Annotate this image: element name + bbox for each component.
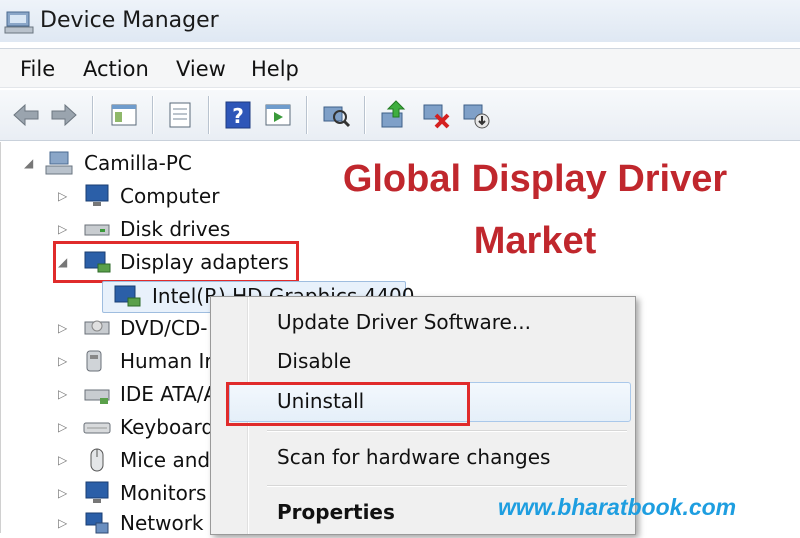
properties-icon[interactable] — [164, 99, 196, 131]
collapse-arrow-icon[interactable]: ◢ — [24, 156, 33, 170]
tree-node-disk-drives[interactable]: ▷ Disk drives — [56, 214, 256, 244]
monitor-icon — [85, 481, 109, 503]
watermark: www.bharatbook.com — [498, 494, 737, 520]
tree-node-monitors[interactable]: ▷ Monitors — [56, 478, 216, 508]
expand-arrow-icon[interactable]: ▷ — [58, 453, 67, 467]
forward-icon[interactable] — [48, 99, 80, 131]
dvd-drive-icon — [84, 320, 110, 335]
toolbar-separator — [92, 96, 93, 134]
expand-arrow-icon[interactable]: ▷ — [58, 222, 67, 236]
keyboard-icon — [83, 422, 111, 434]
tree-node-computer[interactable]: ▷ Computer — [56, 181, 256, 211]
update-driver-icon[interactable] — [378, 99, 410, 131]
menu-view[interactable]: View — [176, 56, 226, 82]
toolbar-separator — [152, 96, 153, 134]
expand-arrow-icon[interactable]: ▷ — [58, 420, 67, 434]
expand-arrow-icon[interactable]: ▷ — [58, 189, 67, 203]
menu-item-scan-hardware[interactable]: Scan for hardware changes — [277, 444, 550, 470]
expand-arrow-icon[interactable]: ▷ — [58, 321, 67, 335]
svg-text:?: ? — [232, 104, 244, 128]
computer-root-icon — [45, 151, 73, 175]
tree-item-label: Network a — [120, 511, 223, 535]
menu-action[interactable]: Action — [83, 56, 149, 82]
uninstall-highlight — [226, 382, 470, 426]
computer-icon — [85, 184, 109, 206]
tree-node-dvd[interactable]: ▷ DVD/CD- — [56, 313, 216, 343]
scan-hardware-icon[interactable] — [320, 99, 352, 131]
headline-line-1: Global Display Driver — [342, 158, 728, 200]
tree-item-label: Keyboard — [120, 415, 215, 439]
menu-file[interactable]: File — [20, 56, 55, 82]
title-bar: Device Manager — [0, 0, 800, 42]
tree-node-network[interactable]: ▷ Network a — [56, 508, 222, 538]
window-title: Device Manager — [40, 8, 219, 33]
toolbar-separator — [208, 96, 209, 134]
tree-item-label: Human Ir — [120, 349, 213, 373]
tree-root-label: Camilla-PC — [84, 151, 192, 175]
tree-item-label: Computer — [120, 184, 220, 208]
disk-drive-icon — [84, 224, 110, 236]
device-manager-icon — [4, 11, 34, 34]
tree-item-label: Monitors — [120, 481, 207, 505]
hid-icon — [86, 350, 102, 372]
menu-item-properties[interactable]: Properties — [277, 499, 395, 525]
tree-node-ide-ata[interactable]: ▷ IDE ATA/A — [56, 379, 218, 409]
menu-item-disable[interactable]: Disable — [277, 348, 351, 374]
uninstall-icon[interactable] — [420, 99, 452, 131]
tree-node-keyboard[interactable]: ▷ Keyboard — [56, 412, 216, 442]
context-menu-separator — [267, 430, 627, 432]
expand-arrow-icon[interactable]: ▷ — [58, 387, 67, 401]
action-pane-icon[interactable] — [262, 99, 294, 131]
headline-line-2: Market — [473, 220, 597, 262]
menu-help[interactable]: Help — [251, 56, 299, 82]
context-menu-separator — [267, 485, 627, 487]
tree-item-label: IDE ATA/A — [120, 382, 218, 406]
expand-arrow-icon[interactable]: ▷ — [58, 486, 67, 500]
toolbar-separator — [364, 96, 365, 134]
disable-device-icon[interactable] — [460, 99, 492, 131]
help-icon[interactable]: ? — [222, 99, 254, 131]
tree-node-root[interactable]: ◢ Camilla-PC — [20, 148, 220, 178]
tree-node-mice[interactable]: ▷ Mice and — [56, 445, 216, 475]
tree-item-label: Mice and — [120, 448, 211, 472]
menu-bar: File Action View Help — [0, 48, 800, 88]
toolbar: ? — [0, 90, 800, 141]
tree-node-human-interface[interactable]: ▷ Human Ir — [56, 346, 216, 376]
toolbar-separator — [306, 96, 307, 134]
back-icon[interactable] — [10, 99, 42, 131]
expand-arrow-icon[interactable]: ▷ — [58, 516, 67, 530]
expand-arrow-icon[interactable]: ▷ — [58, 354, 67, 368]
tree-item-label: Disk drives — [120, 217, 231, 241]
show-hide-tree-icon[interactable] — [108, 99, 140, 131]
display-adapters-highlight — [53, 241, 299, 283]
mouse-icon — [90, 448, 104, 472]
menu-item-update-driver[interactable]: Update Driver Software... — [277, 309, 531, 335]
ide-controller-icon — [84, 389, 110, 404]
display-adapter-icon — [114, 285, 141, 307]
tree-item-label: DVD/CD- — [120, 316, 208, 340]
